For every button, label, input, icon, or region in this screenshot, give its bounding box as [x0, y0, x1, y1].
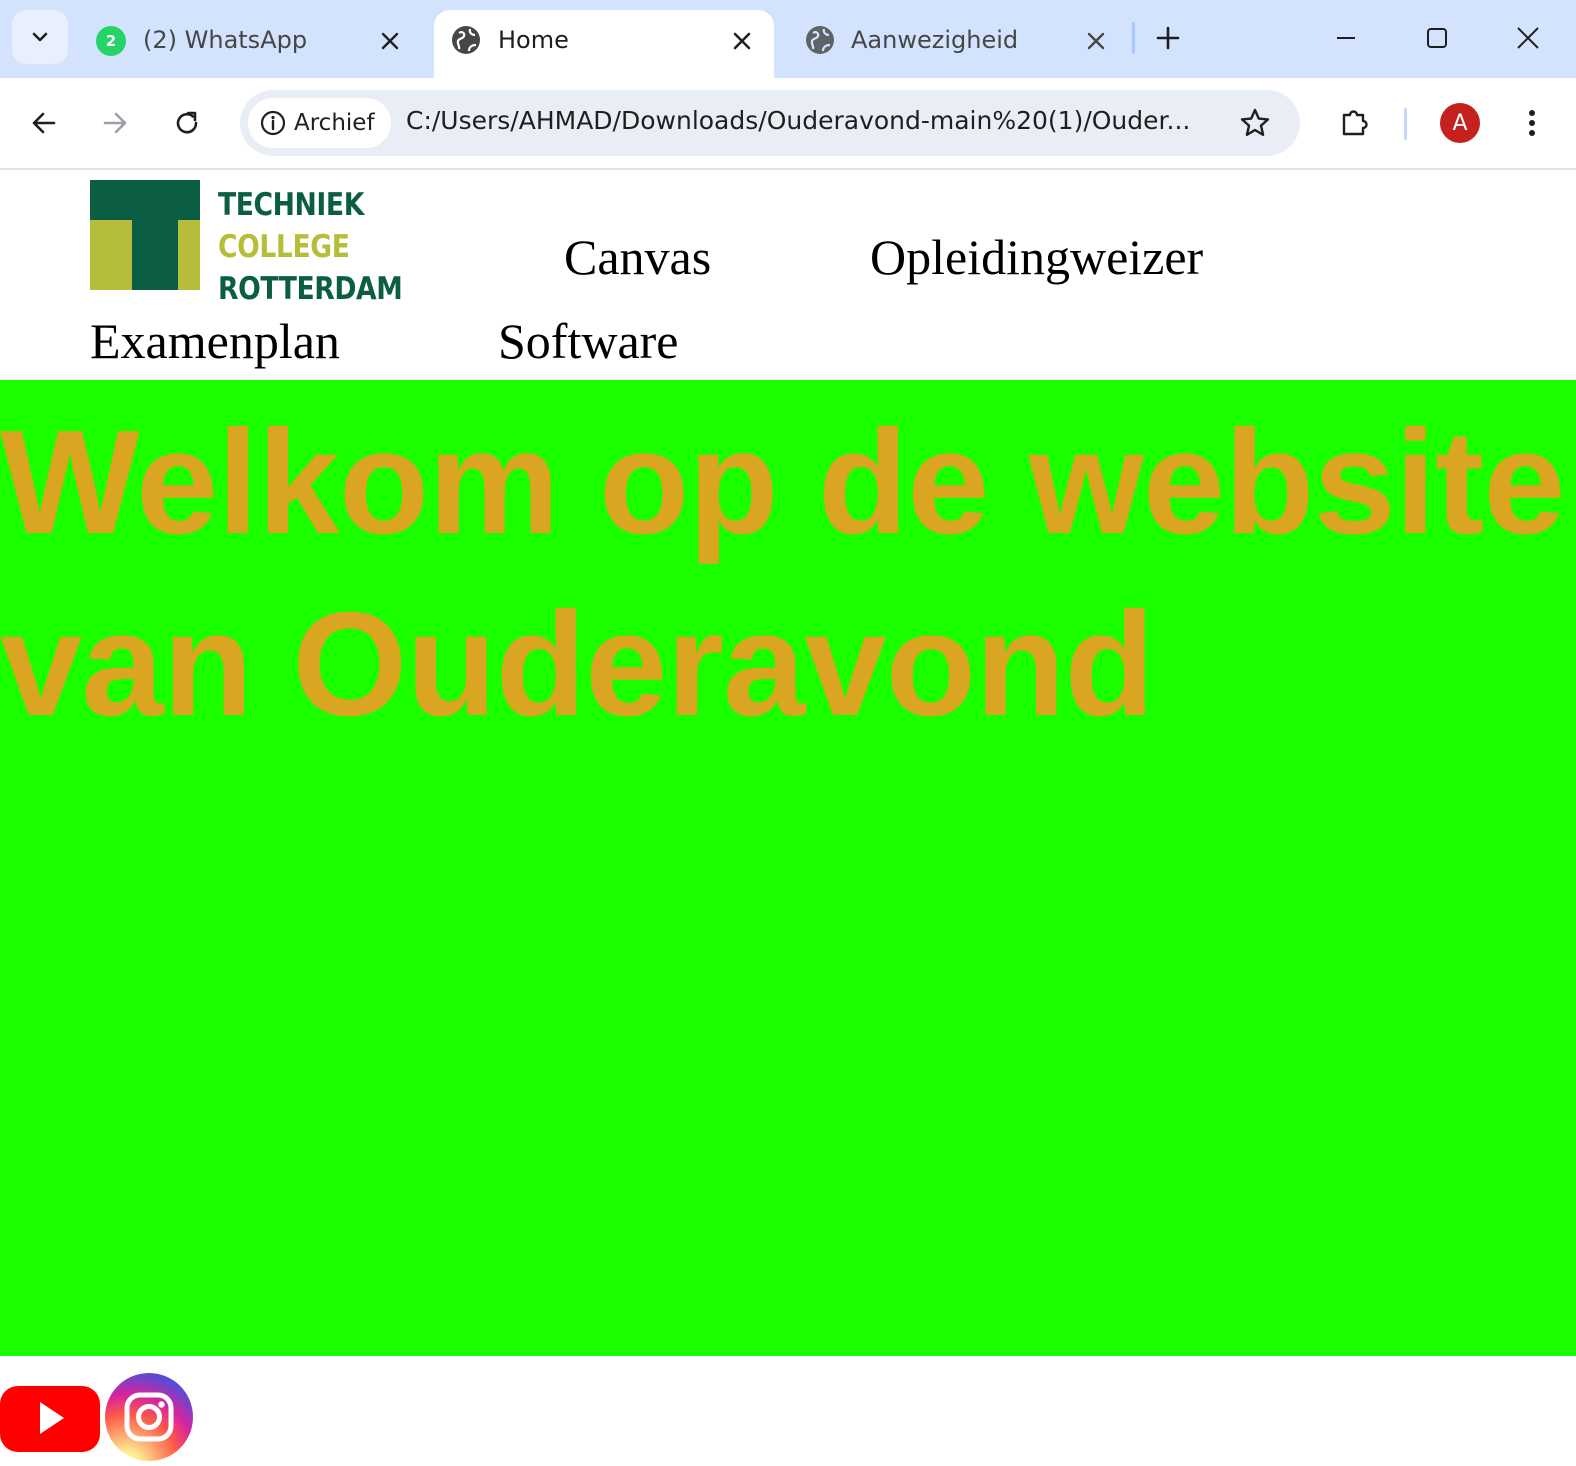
- hero-title: Welkom op de website van Ouderavond: [0, 400, 1566, 747]
- nav-link-canvas[interactable]: Canvas: [564, 228, 711, 286]
- info-icon: [260, 110, 286, 136]
- bookmark-button[interactable]: [1236, 104, 1274, 142]
- logo-text: TECHNIEK COLLEGE ROTTERDAM: [218, 184, 432, 310]
- tab-separator: [1132, 22, 1135, 54]
- browser-toolbar: Archief C:/Users/AHMAD/Downloads/Ouderav…: [0, 78, 1576, 170]
- logo-line: TECHNIEK: [218, 187, 364, 223]
- logo-line: COLLEGE: [218, 229, 350, 265]
- address-bar[interactable]: Archief C:/Users/AHMAD/Downloads/Ouderav…: [240, 90, 1300, 156]
- close-tab-button[interactable]: [375, 26, 405, 56]
- tab-whatsapp[interactable]: 2 (2) WhatsApp: [80, 10, 420, 78]
- close-tab-button[interactable]: [727, 26, 757, 56]
- globe-icon: [806, 26, 834, 54]
- tab-search-button[interactable]: [12, 10, 68, 64]
- maximize-icon: [1427, 28, 1447, 48]
- close-tab-button[interactable]: [1081, 26, 1111, 56]
- logo-line: ROTTERDAM: [218, 271, 403, 307]
- youtube-link[interactable]: [0, 1380, 100, 1456]
- minimize-icon: [1337, 37, 1355, 39]
- reload-button[interactable]: [162, 98, 212, 148]
- site-info-label: Archief: [294, 110, 375, 136]
- more-vert-icon: [1529, 110, 1535, 136]
- plus-icon: [1156, 26, 1180, 50]
- close-icon: [1087, 32, 1105, 50]
- close-icon: [1517, 27, 1539, 49]
- nav-link-examenplan[interactable]: Examenplan: [90, 312, 340, 370]
- whatsapp-badge: 2: [105, 32, 117, 50]
- close-window-button[interactable]: [1504, 14, 1552, 62]
- close-icon: [733, 32, 751, 50]
- instagram-link[interactable]: [104, 1372, 194, 1466]
- back-button[interactable]: [19, 98, 69, 148]
- nav-link-software[interactable]: Software: [498, 312, 679, 370]
- logo-mark: [90, 180, 200, 290]
- web-page: TECHNIEK COLLEGE ROTTERDAM Canvas Opleid…: [0, 170, 1576, 1462]
- chevron-down-icon: [32, 32, 48, 42]
- forward-button[interactable]: [90, 98, 140, 148]
- new-tab-button[interactable]: [1148, 18, 1188, 58]
- nav-link-opleidingweizer[interactable]: Opleidingweizer: [870, 228, 1203, 286]
- puzzle-icon: [1342, 110, 1368, 136]
- tab-title: Home: [498, 26, 569, 54]
- reload-icon: [176, 111, 198, 134]
- whatsapp-icon: 2: [96, 26, 126, 56]
- tab-title: Aanwezigheid: [851, 26, 1019, 54]
- extensions-button[interactable]: [1330, 98, 1380, 148]
- url-text: C:/Users/AHMAD/Downloads/Ouderavond-main…: [406, 106, 1191, 135]
- star-icon: [1240, 108, 1270, 136]
- youtube-icon: [0, 1386, 100, 1452]
- arrow-left-icon: [32, 112, 56, 134]
- arrow-right-icon: [103, 112, 127, 134]
- tab-aanwezigheid[interactable]: Aanwezigheid: [788, 10, 1128, 78]
- toolbar-separator: [1404, 108, 1407, 140]
- hero-section: Welkom op de website van Ouderavond: [0, 380, 1576, 1356]
- minimize-button[interactable]: [1322, 14, 1370, 62]
- tab-strip: 2 (2) WhatsApp Home Aanwezigheid: [0, 0, 1576, 78]
- techniek-college-logo[interactable]: TECHNIEK COLLEGE ROTTERDAM: [90, 180, 403, 307]
- site-info-chip[interactable]: Archief: [248, 98, 391, 148]
- close-icon: [381, 32, 399, 50]
- maximize-button[interactable]: [1413, 14, 1461, 62]
- globe-icon: [452, 26, 480, 54]
- profile-avatar[interactable]: A: [1440, 103, 1480, 143]
- tab-title: (2) WhatsApp: [143, 26, 308, 54]
- instagram-icon: [105, 1373, 193, 1461]
- tab-home[interactable]: Home: [434, 10, 774, 78]
- browser-menu-button[interactable]: [1510, 98, 1554, 148]
